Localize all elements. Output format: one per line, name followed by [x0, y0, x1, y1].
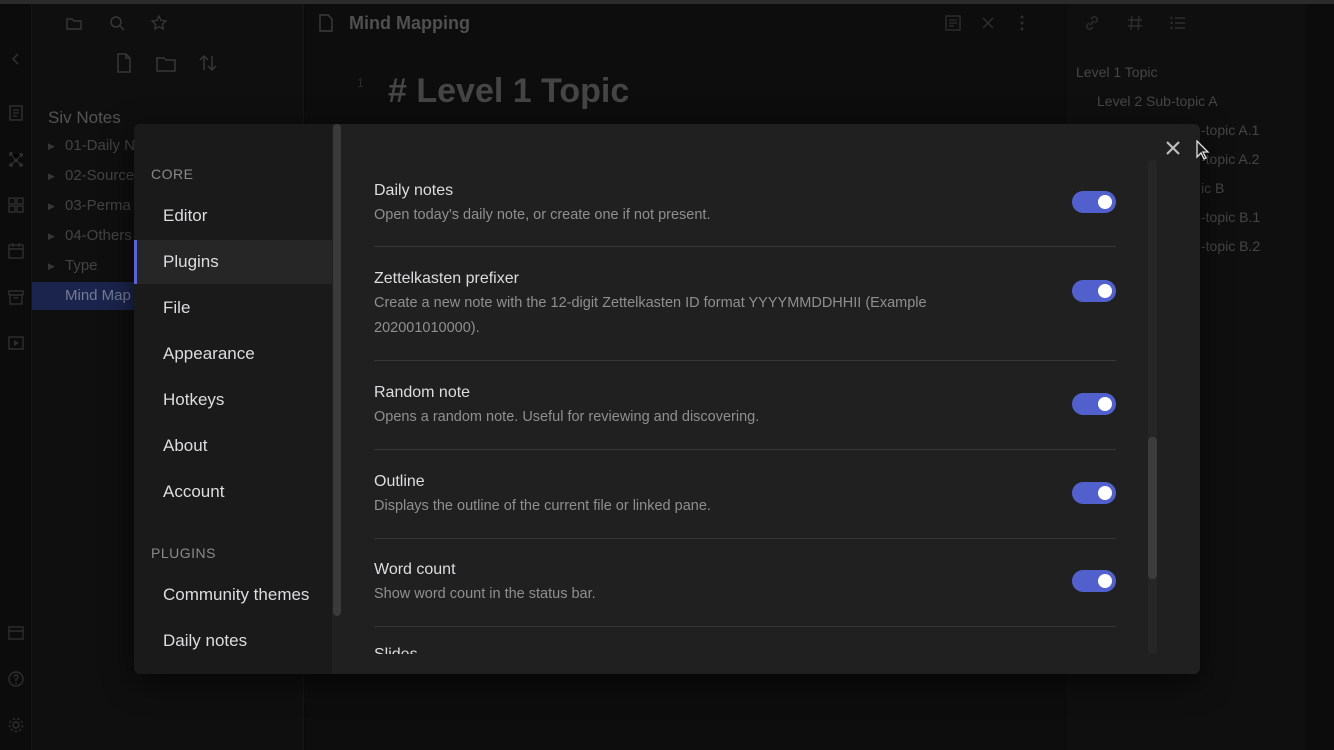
- setting-name: Zettelkasten prefixer: [374, 270, 519, 287]
- toggle-random-note[interactable]: [1072, 393, 1116, 415]
- nav-item-account[interactable]: Account: [134, 470, 332, 514]
- toggle-outline[interactable]: [1072, 482, 1116, 504]
- nav-section-plugins: PLUGINS: [151, 545, 216, 561]
- nav-item-about[interactable]: About: [134, 424, 332, 468]
- nav-item-plugins[interactable]: Plugins: [134, 240, 332, 284]
- setting-description: Create a new note with the 12-digit Zett…: [374, 295, 927, 336]
- setting-description: Show word count in the status bar.: [374, 586, 596, 602]
- settings-nav: CORE Editor Plugins File Appearance Hotk…: [134, 124, 332, 674]
- nav-scrollbar[interactable]: [333, 124, 341, 616]
- plugins-list: Daily notes Open today's daily note, or …: [374, 124, 1116, 674]
- setting-name: Outline: [374, 473, 425, 490]
- setting-name-partial: Slides: [374, 646, 418, 654]
- divider: [374, 246, 1116, 247]
- toggle-knob: [1098, 574, 1112, 588]
- toggle-zettelkasten-prefixer[interactable]: [1072, 280, 1116, 302]
- setting-description: Displays the outline of the current file…: [374, 498, 711, 514]
- divider: [374, 360, 1116, 361]
- toggle-word-count[interactable]: [1072, 570, 1116, 592]
- toggle-daily-notes[interactable]: [1072, 191, 1116, 213]
- divider: [374, 626, 1116, 627]
- nav-item-community-themes[interactable]: Community themes: [134, 573, 332, 617]
- nav-item-file[interactable]: File: [134, 286, 332, 330]
- nav-item-appearance[interactable]: Appearance: [134, 332, 332, 376]
- content-scrollbar-thumb[interactable]: [1148, 437, 1157, 579]
- setting-description: Opens a random note. Useful for reviewin…: [374, 409, 760, 425]
- nav-item-hotkeys[interactable]: Hotkeys: [134, 378, 332, 422]
- toggle-knob: [1098, 486, 1112, 500]
- close-icon[interactable]: [1161, 136, 1185, 160]
- content-scrollbar-track[interactable]: [1148, 160, 1157, 654]
- setting-name: Word count: [374, 561, 456, 578]
- setting-name: Daily notes: [374, 182, 454, 199]
- toggle-knob: [1098, 397, 1112, 411]
- settings-modal: CORE Editor Plugins File Appearance Hotk…: [134, 124, 1200, 674]
- toggle-knob: [1098, 195, 1112, 209]
- toggle-knob: [1098, 284, 1112, 298]
- divider: [374, 538, 1116, 539]
- divider: [374, 449, 1116, 450]
- mouse-cursor-icon: [1196, 140, 1210, 160]
- nav-section-core: CORE: [151, 166, 194, 182]
- setting-name: Random note: [374, 384, 471, 401]
- nav-item-daily-notes[interactable]: Daily notes: [134, 619, 332, 663]
- nav-item-editor[interactable]: Editor: [134, 194, 332, 238]
- setting-description: Open today's daily note, or create one i…: [374, 207, 711, 223]
